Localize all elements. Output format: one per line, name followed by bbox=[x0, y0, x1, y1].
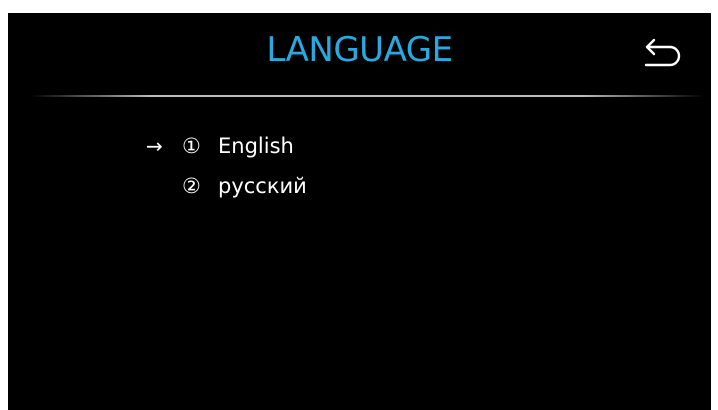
language-list: → ① English ② русский bbox=[146, 126, 307, 206]
header-divider bbox=[30, 95, 704, 97]
option-number: ① bbox=[182, 134, 201, 158]
option-label: русский bbox=[218, 174, 307, 198]
language-option-russian[interactable]: ② русский bbox=[146, 166, 307, 206]
language-option-english[interactable]: → ① English bbox=[146, 126, 307, 166]
back-button[interactable] bbox=[634, 33, 684, 77]
back-arrow-icon bbox=[644, 38, 681, 67]
selection-arrow-icon: → bbox=[146, 134, 163, 158]
option-label: English bbox=[218, 134, 294, 158]
language-screen: LANGUAGE → ① English ② русский bbox=[8, 13, 711, 410]
option-number: ② bbox=[182, 174, 201, 198]
page-title: LANGUAGE bbox=[266, 30, 453, 70]
